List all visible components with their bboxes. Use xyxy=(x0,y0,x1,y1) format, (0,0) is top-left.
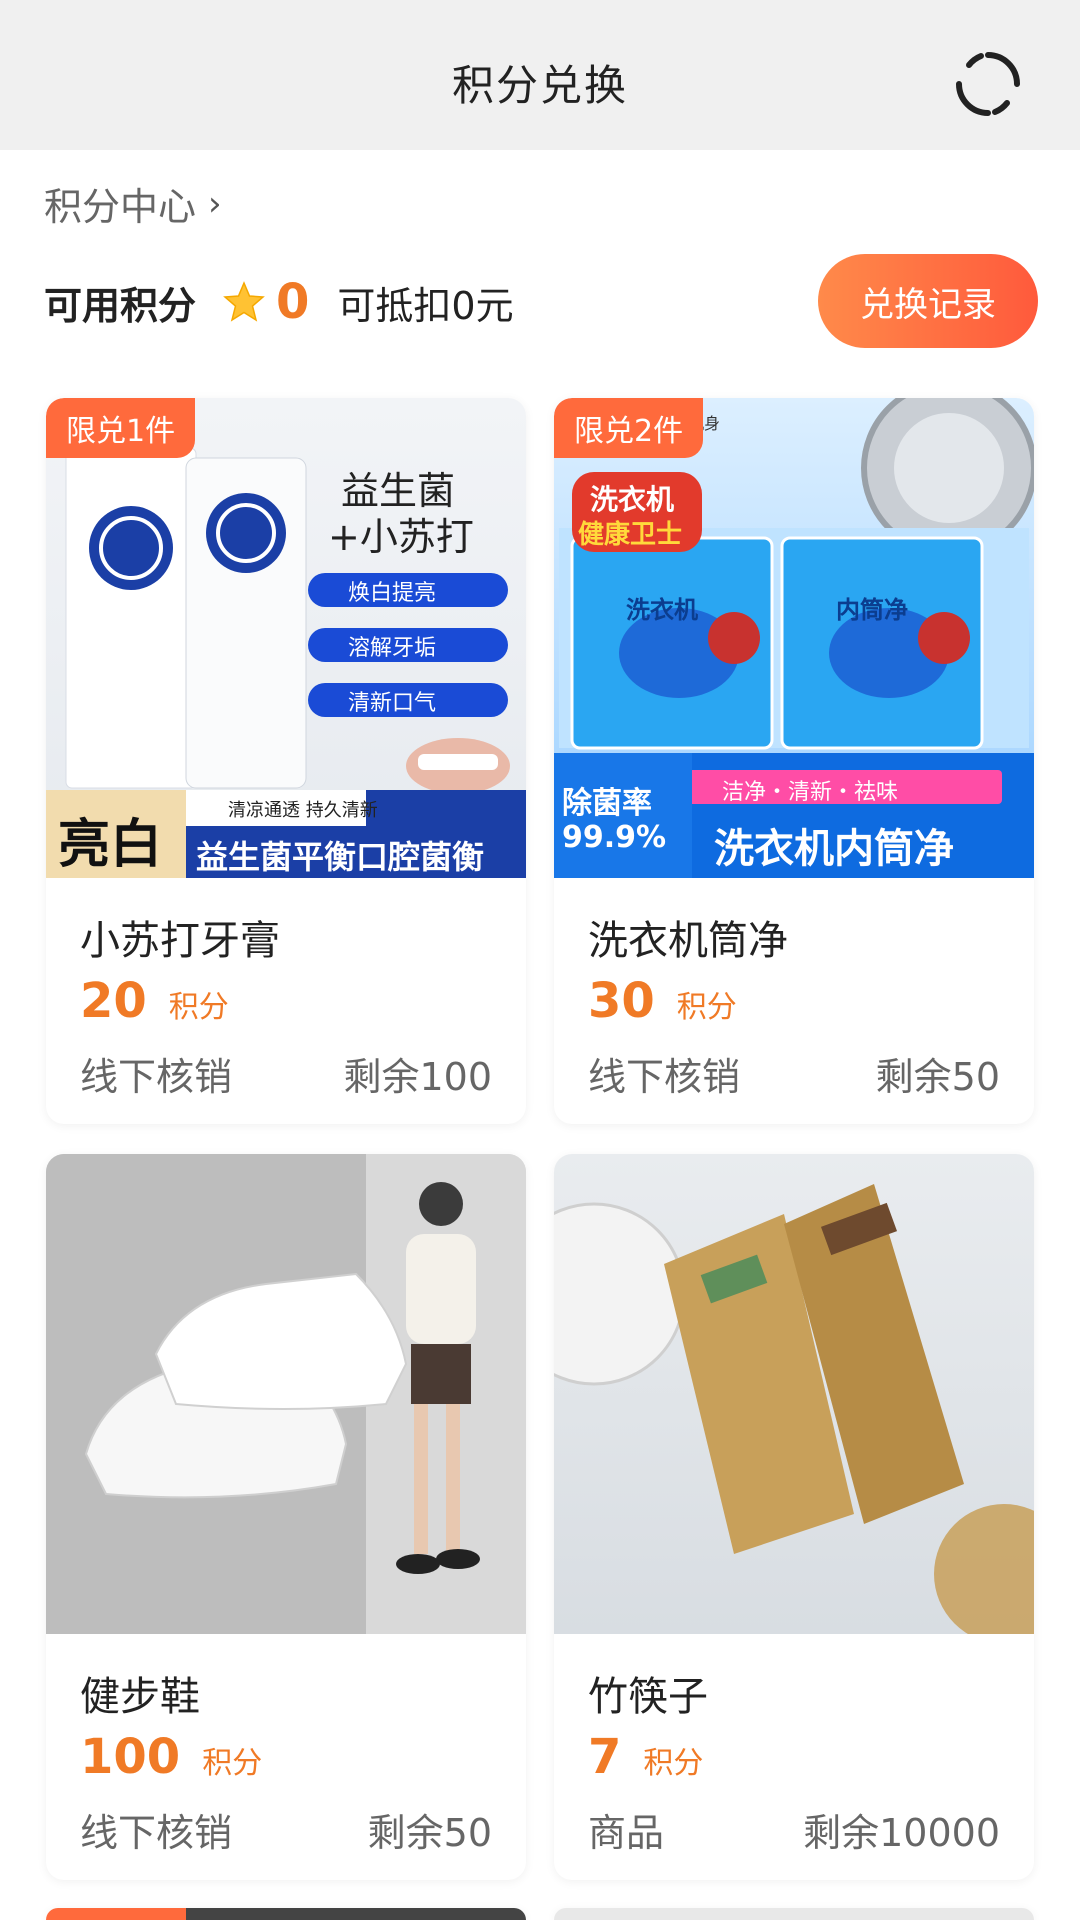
limit-badge: 限兑2件 xyxy=(554,398,704,458)
points-value: 0 xyxy=(276,274,310,330)
product-name: 竹筷子 xyxy=(588,1674,708,1720)
product-meta: 线下核销 剩余50 xyxy=(80,1802,492,1857)
image-rate-value: 99.9% xyxy=(562,820,667,855)
refresh-icon[interactable] xyxy=(951,47,1025,121)
deduct-amount: 可抵扣0元 xyxy=(337,283,514,328)
price-value: 7 xyxy=(588,1729,622,1785)
product-name: 洗衣机筒净 xyxy=(588,918,788,964)
redeem-method: 线下核销 xyxy=(80,1055,233,1099)
image-rate-label: 除菌率 xyxy=(562,786,652,821)
points-center-link[interactable]: 积分中心 › xyxy=(44,176,222,231)
product-price: 30 积分 xyxy=(588,973,737,1029)
available-points-label: 可用积分 xyxy=(44,283,197,328)
remaining-stock: 剩余100 xyxy=(343,1055,492,1099)
available-points-row: 可用积分 0 可抵扣0元 xyxy=(44,272,514,332)
product-name: 小苏打牙膏 xyxy=(80,918,280,964)
product-meta: 商品 剩余10000 xyxy=(588,1802,1000,1857)
breadcrumb-label: 积分中心 xyxy=(44,185,197,229)
product-price: 20 积分 xyxy=(80,973,229,1029)
exchange-history-button[interactable]: 兑换记录 xyxy=(818,254,1038,348)
product-meta: 线下核销 剩余50 xyxy=(588,1046,1000,1101)
limit-badge: 限兑1件 xyxy=(46,398,196,458)
product-name: 健步鞋 xyxy=(80,1674,200,1720)
image-clean-strip: 洁净・清新・祛味 xyxy=(722,780,899,805)
image-pack-title-b: 内筒净 xyxy=(836,596,908,624)
image-bottom-text: 洗衣机内筒净 xyxy=(714,826,954,872)
product-card[interactable]: 益生菌 +小苏打 焕白提亮 溶解牙垢 清新口气 清凉通透 持久清新 亮白 益生菌… xyxy=(46,398,526,1124)
image-headline-2: +小苏打 xyxy=(328,515,474,559)
header-bar: 积分兑换 xyxy=(0,0,1080,150)
price-value: 100 xyxy=(80,1729,181,1785)
product-price: 7 积分 xyxy=(588,1729,703,1785)
image-feature-2: 溶解牙垢 xyxy=(348,636,437,661)
product-price: 100 积分 xyxy=(80,1729,262,1785)
redeem-method: 线下核销 xyxy=(588,1055,741,1099)
price-value: 30 xyxy=(588,973,655,1029)
product-image-bamboo-chopsticks xyxy=(554,1154,1034,1634)
remaining-stock: 剩余10000 xyxy=(803,1811,1000,1855)
product-image-toothpaste: 益生菌 +小苏打 焕白提亮 溶解牙垢 清新口气 清凉通透 持久清新 亮白 益生菌… xyxy=(46,398,526,878)
product-card[interactable]: 竹筷子 7 积分 商品 剩余10000 xyxy=(554,1154,1034,1880)
page-title: 积分兑换 xyxy=(451,61,628,110)
image-tag-line-2: 健康卫士 xyxy=(578,520,683,550)
star-icon xyxy=(223,281,265,322)
product-card[interactable] xyxy=(46,1908,526,1920)
image-tag-line-1: 洗衣机 xyxy=(590,483,675,516)
product-image-shoes xyxy=(46,1154,526,1634)
product-meta: 线下核销 剩余100 xyxy=(80,1046,492,1101)
image-strap-main: 益生菌平衡口腔菌衡 xyxy=(196,838,485,876)
image-feature-3: 清新口气 xyxy=(348,691,437,716)
image-strap-big: 亮白 xyxy=(58,815,163,875)
product-card[interactable]: 健步鞋 100 积分 线下核销 剩余50 xyxy=(46,1154,526,1880)
price-value: 20 xyxy=(80,973,147,1029)
chevron-right-icon: › xyxy=(208,183,222,224)
product-image-edge xyxy=(186,1908,526,1920)
limit-badge-edge xyxy=(46,1908,186,1920)
image-pack-title-a: 洗衣机 xyxy=(626,596,698,624)
price-unit: 积分 xyxy=(168,990,229,1025)
price-unit: 积分 xyxy=(202,1746,263,1781)
remaining-stock: 剩余50 xyxy=(875,1055,1000,1099)
image-strap-small: 清凉通透 持久清新 xyxy=(228,800,378,821)
product-image-washer-cleaner: 机身 洗衣机 健康卫士 洗衣机 内筒净 除菌率 99.9% 洁净・清新・祛味 洗… xyxy=(554,398,1034,878)
price-unit: 积分 xyxy=(643,1746,704,1781)
product-card[interactable] xyxy=(554,1908,1034,1920)
redeem-method: 商品 xyxy=(588,1811,665,1855)
product-card[interactable]: 机身 洗衣机 健康卫士 洗衣机 内筒净 除菌率 99.9% 洁净・清新・祛味 洗… xyxy=(554,398,1034,1124)
price-unit: 积分 xyxy=(676,990,737,1025)
remaining-stock: 剩余50 xyxy=(367,1811,492,1855)
redeem-method: 线下核销 xyxy=(80,1811,233,1855)
image-feature-1: 焕白提亮 xyxy=(348,581,437,606)
